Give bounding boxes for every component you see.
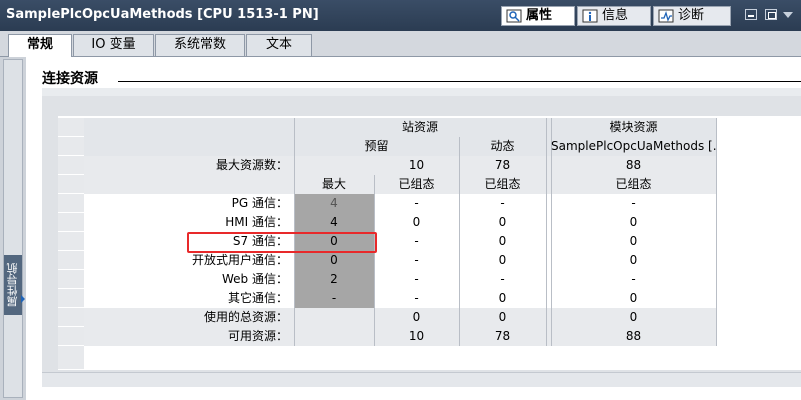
configured-value: 0 bbox=[412, 215, 421, 229]
tab-texts[interactable]: 文本 bbox=[246, 34, 312, 56]
row-selector[interactable] bbox=[58, 175, 84, 194]
horizontal-scrollbar[interactable] bbox=[42, 372, 801, 387]
section-spacer bbox=[42, 88, 801, 96]
max-value: 2 bbox=[330, 272, 338, 286]
window-title: SamplePlcOpcUaMethods [CPU 1513-1 PN] bbox=[6, 7, 319, 22]
used-module-value: 0 bbox=[629, 310, 638, 324]
row-selector[interactable] bbox=[58, 289, 84, 308]
row-selector[interactable] bbox=[58, 270, 84, 289]
tab-system-constants-label: 系统常数 bbox=[173, 37, 226, 52]
tab-diagnostics[interactable]: 诊断 bbox=[653, 6, 731, 26]
used-configured-value: 0 bbox=[412, 310, 421, 324]
module-resources-header: 模块资源 bbox=[609, 120, 658, 134]
row-selector[interactable] bbox=[58, 213, 84, 232]
row-selector[interactable] bbox=[58, 118, 84, 137]
tab-properties-label: 属性 bbox=[526, 8, 553, 23]
tab-info[interactable]: 信息 bbox=[577, 6, 651, 26]
row-label: 其它通信： bbox=[227, 291, 288, 305]
dynamic-configured-col-header: 已组态 bbox=[484, 177, 521, 191]
property-tab-strip: 常规 IO 变量 系统常数 文本 bbox=[0, 31, 801, 57]
max-reserved-value: 10 bbox=[408, 158, 425, 172]
configured-value: - bbox=[414, 291, 419, 305]
max-value: 4 bbox=[330, 215, 338, 229]
tab-general[interactable]: 常规 bbox=[8, 34, 72, 57]
dynamic-value: - bbox=[500, 196, 505, 210]
max-module-value: 88 bbox=[625, 158, 642, 172]
tab-system-constants[interactable]: 系统常数 bbox=[155, 34, 245, 56]
s7-highlight-box bbox=[187, 232, 377, 253]
row-selector[interactable] bbox=[58, 346, 84, 370]
max-value: 4 bbox=[330, 196, 338, 210]
used-dynamic-value: 0 bbox=[498, 310, 507, 324]
available-dynamic-value: 78 bbox=[494, 329, 511, 343]
max-dynamic-value: 78 bbox=[494, 158, 511, 172]
row-selector[interactable] bbox=[58, 156, 84, 175]
used-resources-label: 使用的总资源： bbox=[203, 310, 288, 324]
property-navigation-strip bbox=[0, 57, 26, 400]
column-separator bbox=[716, 118, 717, 346]
module-name-header: SamplePlcOpcUaMethods [... bbox=[551, 139, 716, 153]
tab-properties[interactable]: 属性 bbox=[501, 6, 575, 26]
row-selector[interactable] bbox=[58, 194, 84, 213]
available-configured-value: 10 bbox=[408, 329, 425, 343]
reserved-header: 预留 bbox=[364, 139, 389, 153]
row-selector[interactable] bbox=[58, 137, 84, 156]
tab-texts-label: 文本 bbox=[265, 37, 292, 52]
module-value: 0 bbox=[629, 291, 638, 305]
module-configured-col-header: 已组态 bbox=[615, 177, 652, 191]
tab-info-label: 信息 bbox=[602, 8, 629, 23]
row-label: 开放式用户通信： bbox=[191, 253, 288, 267]
section-divider bbox=[118, 81, 801, 82]
module-value: - bbox=[631, 272, 636, 286]
max-col-header: 最大 bbox=[321, 177, 346, 191]
restore-icon[interactable] bbox=[765, 9, 777, 20]
station-resources-header: 站资源 bbox=[401, 120, 438, 134]
tab-io-tags[interactable]: IO 变量 bbox=[73, 34, 154, 56]
available-resources-label: 可用资源： bbox=[227, 329, 288, 343]
dynamic-value: 0 bbox=[498, 253, 507, 267]
column-separator bbox=[546, 118, 547, 346]
configured-col-header: 已组态 bbox=[398, 177, 435, 191]
module-value: 0 bbox=[629, 215, 638, 229]
max-resources-label: 最大资源数： bbox=[215, 158, 288, 172]
module-value: 0 bbox=[629, 234, 638, 248]
diagnostics-icon bbox=[658, 9, 674, 23]
configured-value: - bbox=[414, 253, 419, 267]
configured-value: - bbox=[414, 234, 419, 248]
title-bar: SamplePlcOpcUaMethods [CPU 1513-1 PN] 属性… bbox=[0, 0, 801, 31]
dynamic-header: 动态 bbox=[490, 139, 515, 153]
minimize-icon[interactable] bbox=[745, 9, 757, 20]
dynamic-value: - bbox=[500, 272, 505, 286]
configured-value: - bbox=[414, 196, 419, 210]
properties-icon bbox=[506, 9, 522, 23]
max-value: 0 bbox=[330, 253, 338, 267]
module-value: - bbox=[631, 196, 636, 210]
max-value: - bbox=[331, 291, 337, 305]
navigation-panel bbox=[3, 59, 23, 398]
section-title: 连接资源 bbox=[42, 71, 98, 87]
row-label: HMI 通信： bbox=[225, 215, 288, 229]
module-value: 0 bbox=[629, 253, 638, 267]
row-selector[interactable] bbox=[58, 327, 84, 346]
available-module-value: 88 bbox=[625, 329, 642, 343]
row-selector[interactable] bbox=[58, 232, 84, 251]
row-selector[interactable] bbox=[58, 251, 84, 270]
tab-general-label: 常规 bbox=[26, 37, 53, 52]
tab-diagnostics-label: 诊断 bbox=[678, 8, 705, 23]
dynamic-value: 0 bbox=[498, 215, 507, 229]
configured-value: - bbox=[414, 272, 419, 286]
tab-io-tags-label: IO 变量 bbox=[91, 37, 136, 52]
dynamic-value: 0 bbox=[498, 291, 507, 305]
row-label: PG 通信： bbox=[231, 196, 288, 210]
chevron-down-icon[interactable] bbox=[783, 12, 793, 18]
property-navigation-label[interactable]: 属性导航 bbox=[4, 255, 22, 315]
dynamic-value: 0 bbox=[498, 234, 507, 248]
row-selector[interactable] bbox=[58, 308, 84, 327]
expand-arrow-icon[interactable] bbox=[21, 295, 25, 303]
row-label: Web 通信： bbox=[222, 272, 288, 286]
info-icon bbox=[582, 9, 598, 23]
